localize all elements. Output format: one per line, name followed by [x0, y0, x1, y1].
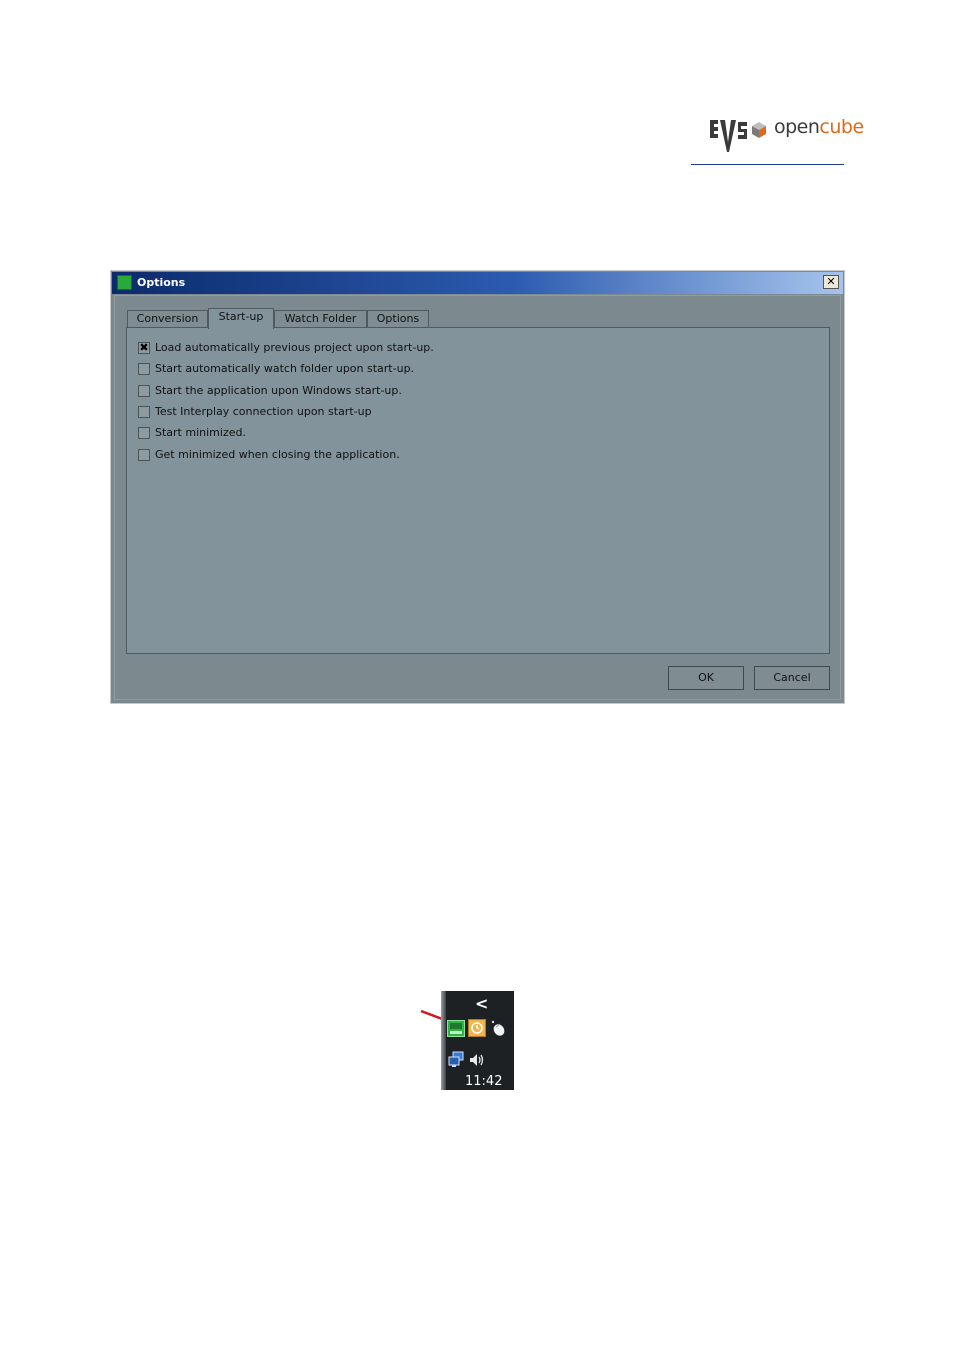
option-label: Start automatically watch folder upon st… [155, 362, 415, 375]
tab-options[interactable]: Options [367, 310, 429, 328]
checkbox[interactable] [138, 406, 150, 418]
option-label: Load automatically previous project upon… [155, 341, 434, 354]
option-label: Start minimized. [155, 426, 246, 439]
logo-word-cube: cube [819, 116, 864, 138]
logo-word-open: open [774, 116, 820, 138]
tab-start-up[interactable]: Start-up [208, 308, 274, 329]
checkbox[interactable] [138, 385, 150, 397]
options-dialog: Options ✕ Conversion Start-up Watch Fold… [110, 270, 845, 704]
app-icon [117, 275, 132, 290]
app-tray-icon[interactable] [447, 1020, 465, 1037]
tab-watch-folder[interactable]: Watch Folder [274, 310, 367, 328]
tab-conversion[interactable]: Conversion [127, 310, 208, 328]
network-icon[interactable] [448, 1051, 464, 1067]
checkbox[interactable] [138, 449, 150, 461]
close-button[interactable]: ✕ [823, 275, 839, 289]
checkbox[interactable]: ✖ [138, 342, 150, 354]
logo-wordmark: opencube [774, 116, 864, 138]
evs-logo-mark-icon [710, 120, 766, 152]
start-up-panel: ✖ Load automatically previous project up… [126, 327, 830, 654]
dialog-titlebar[interactable]: Options ✕ [112, 272, 843, 294]
volume-icon[interactable] [468, 1052, 488, 1068]
option-label: Get minimized when closing the applicati… [155, 448, 400, 461]
evs-opencube-logo: opencube [708, 112, 864, 156]
show-hidden-icons-chevron-icon[interactable]: < [475, 994, 488, 1013]
cancel-button[interactable]: Cancel [754, 666, 830, 690]
clock-icon[interactable] [468, 1019, 486, 1037]
option-label: Start the application upon Windows start… [155, 384, 402, 397]
option-label: Test Interplay connection upon start-up [155, 405, 372, 418]
tray-edge [441, 991, 446, 1090]
checkbox[interactable] [138, 427, 150, 439]
checkbox[interactable] [138, 363, 150, 375]
mouse-icon[interactable] [490, 1020, 506, 1036]
system-tray: < 11:42 [441, 991, 514, 1090]
tray-clock-time[interactable]: 11:42 [465, 1074, 502, 1089]
header-rule [691, 164, 844, 165]
ok-button[interactable]: OK [668, 666, 744, 690]
dialog-title: Options [137, 276, 186, 289]
